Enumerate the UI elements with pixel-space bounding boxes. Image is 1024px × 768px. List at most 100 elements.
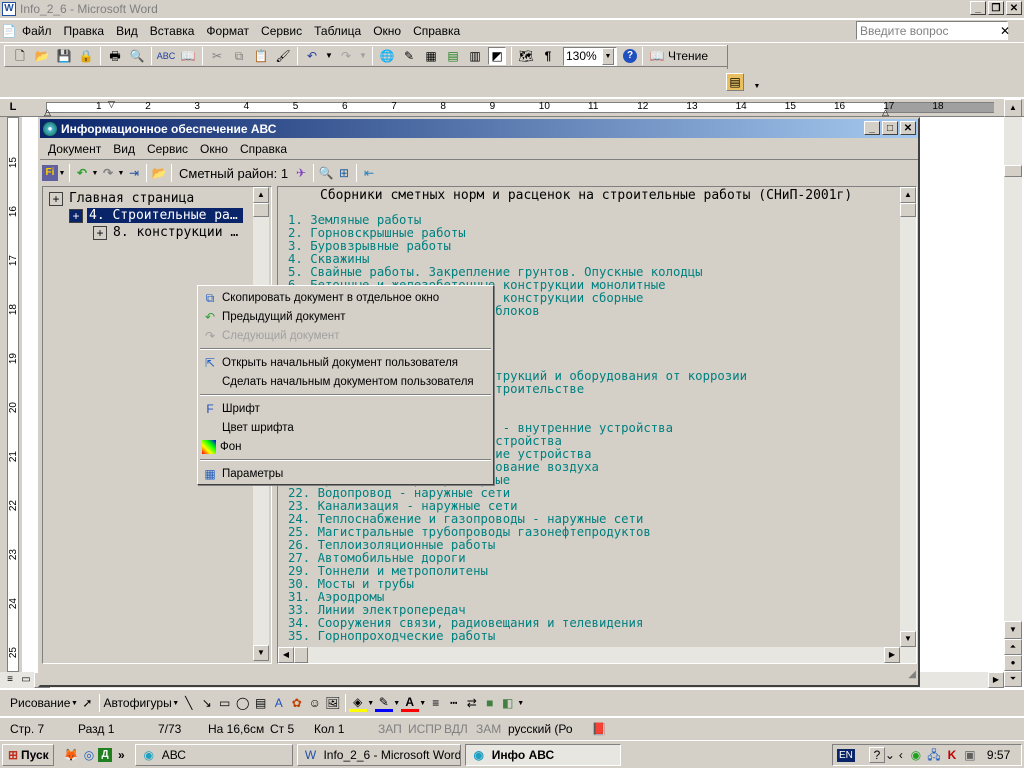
diagram-icon[interactable]: ✿ bbox=[288, 694, 306, 712]
research-icon[interactable]: 📖 bbox=[179, 47, 197, 65]
context-menu-item[interactable]: ↶ Предыдущий документ bbox=[198, 307, 493, 326]
print-icon[interactable]: 🖶 bbox=[106, 47, 124, 65]
tree-expand-icon[interactable]: + bbox=[93, 225, 107, 240]
word-menu-item[interactable]: Формат bbox=[200, 24, 255, 38]
doc-vscrollbar[interactable]: ▲ ▼ bbox=[900, 187, 916, 647]
context-menu-item[interactable]: Сделать начальным документом пользовател… bbox=[198, 372, 493, 391]
font-color-icon[interactable]: A bbox=[400, 694, 419, 712]
tray-chevron-icon[interactable]: ⌄ bbox=[885, 746, 895, 764]
line-icon[interactable]: ╲ bbox=[180, 694, 198, 712]
doc-hscroll-thumb[interactable] bbox=[294, 647, 308, 663]
abc-menu-item[interactable]: Вид bbox=[107, 142, 141, 156]
abc-forward-icon[interactable]: ↷ bbox=[99, 164, 117, 182]
print-preview-icon[interactable]: 🔍 bbox=[128, 47, 146, 65]
word-menu-item[interactable]: Файл bbox=[16, 24, 58, 38]
scroll-thumb[interactable] bbox=[1004, 165, 1022, 177]
start-button[interactable]: ⊞ Пуск bbox=[2, 743, 54, 766]
zoom-box[interactable]: 130% ▼ bbox=[563, 46, 617, 66]
redo-dropdown-icon[interactable]: ▼ bbox=[359, 47, 367, 65]
tree-scroll-down-icon[interactable]: ▼ bbox=[253, 645, 269, 661]
context-menu-item[interactable]: Цвет шрифта bbox=[198, 418, 493, 437]
spelling-status-icon[interactable]: 📕 bbox=[590, 720, 608, 738]
dash-style-icon[interactable]: ┅ bbox=[445, 694, 463, 712]
doc-hscroll-left-icon[interactable]: ◀ bbox=[278, 647, 294, 663]
quicklaunch-more-icon[interactable]: » bbox=[118, 748, 125, 762]
word-vertical-scrollbar[interactable]: ▲ ▼ ⏶ ● ⏷ bbox=[1004, 99, 1022, 687]
extra-toolbar-chevron-icon[interactable]: ▼ bbox=[748, 77, 766, 95]
doc-icon[interactable]: 📄 bbox=[2, 24, 17, 38]
drawing-menu[interactable]: Рисование bbox=[10, 696, 70, 710]
abc-menu-item[interactable]: Сервис bbox=[141, 142, 194, 156]
abc-minimize-button[interactable]: _ bbox=[864, 121, 880, 135]
show-hide-icon[interactable]: ¶ bbox=[539, 47, 557, 65]
drawing-toolbar-grip-icon[interactable]: ▼ bbox=[517, 694, 525, 712]
clipart-icon[interactable]: ☺ bbox=[306, 694, 324, 712]
abc-goto-doc-icon[interactable]: ⇥ bbox=[125, 164, 143, 182]
abc-back-icon[interactable]: ↶ bbox=[73, 164, 91, 182]
context-menu-item[interactable]: ■ Фон bbox=[198, 437, 493, 456]
restore-button[interactable]: ❐ bbox=[988, 1, 1004, 15]
scroll-up-icon[interactable]: ▲ bbox=[1004, 99, 1022, 117]
fill-color-icon[interactable]: ◈ bbox=[348, 694, 367, 712]
picture-icon[interactable]: 🖼 bbox=[324, 694, 342, 712]
shadow-icon[interactable]: ■ bbox=[481, 694, 499, 712]
word-menu-item[interactable]: Вид bbox=[110, 24, 144, 38]
select-objects-icon[interactable]: ➚ bbox=[78, 694, 96, 712]
tree-expand-icon[interactable]: + bbox=[49, 191, 63, 206]
abc-search-icon[interactable]: 🔍 bbox=[317, 164, 335, 182]
doc-map-icon[interactable]: 🗺 bbox=[517, 47, 535, 65]
drawing-dropdown-icon[interactable]: ▼ bbox=[70, 694, 78, 712]
undo-icon[interactable]: ↶ bbox=[303, 47, 321, 65]
font-color-dropdown-icon[interactable]: ▼ bbox=[419, 694, 427, 712]
autoshapes-dropdown-icon[interactable]: ▼ bbox=[172, 694, 180, 712]
scroll-down-icon[interactable]: ▼ bbox=[1004, 621, 1022, 639]
drawing-icon[interactable]: ◩ bbox=[488, 47, 506, 65]
hyperlink-icon[interactable]: 🌐 bbox=[378, 47, 396, 65]
abc-forward-dropdown-icon[interactable]: ▼ bbox=[117, 164, 125, 182]
quicklaunch-desktop-icon[interactable]: ◎ bbox=[80, 746, 98, 764]
hscroll-right-icon[interactable]: ▶ bbox=[988, 672, 1004, 688]
permission-icon[interactable]: 🔒 bbox=[77, 47, 95, 65]
taskbar-button[interactable]: ◉ Инфо АВС bbox=[464, 743, 621, 766]
first-line-marker[interactable]: ▽ bbox=[108, 99, 115, 110]
save-icon[interactable]: 💾 bbox=[55, 47, 73, 65]
abc-open-folder-icon[interactable]: 📂 bbox=[150, 164, 168, 182]
format-painter-icon[interactable]: 🖌 bbox=[274, 47, 292, 65]
help-icon[interactable]: ? bbox=[623, 49, 637, 63]
tree-item[interactable]: + 8. конструкции … bbox=[93, 225, 238, 240]
question-box[interactable]: Введите вопрос bbox=[856, 21, 1008, 40]
close-doc-icon[interactable]: ✕ bbox=[996, 22, 1014, 40]
tables-borders-icon[interactable]: ✎ bbox=[400, 47, 418, 65]
abc-doc-type-dropdown-icon[interactable]: ▼ bbox=[58, 164, 66, 182]
abc-menu-item[interactable]: Документ bbox=[42, 142, 107, 156]
copy-icon[interactable]: ⧉ bbox=[230, 47, 248, 65]
abc-menu-item[interactable]: Окно bbox=[194, 142, 234, 156]
lang-indicator[interactable]: EN bbox=[837, 748, 855, 762]
tree-scroll-thumb[interactable] bbox=[253, 203, 269, 217]
abc-resize-grip-icon[interactable]: ◢ bbox=[908, 669, 916, 680]
word-menu-item[interactable]: Сервис bbox=[255, 24, 308, 38]
next-page-icon[interactable]: ⏷ bbox=[1004, 671, 1022, 687]
tray-green-icon[interactable]: ◉ bbox=[907, 746, 925, 764]
web-view-icon[interactable]: ▭ bbox=[18, 672, 34, 688]
quicklaunch-app-icon[interactable]: Д bbox=[98, 747, 112, 762]
select-browse-icon[interactable]: ● bbox=[1004, 655, 1022, 671]
doc-scroll-down-icon[interactable]: ▼ bbox=[900, 631, 916, 647]
status-ovr[interactable]: ЗАМ bbox=[476, 722, 501, 736]
doc-line[interactable]: 3. Буровзрывные работы bbox=[288, 240, 898, 253]
abc-doc-type-icon[interactable]: Fi bbox=[42, 165, 58, 181]
taskbar-button[interactable]: W Info_2_6 - Microsoft Word bbox=[296, 743, 461, 766]
quicklaunch-ie-icon[interactable]: 🦊 bbox=[62, 746, 80, 764]
doc-hscrollbar[interactable]: ◀ ▶ bbox=[278, 647, 916, 663]
read-icon[interactable]: 📖 bbox=[648, 47, 666, 65]
abc-search-context-icon[interactable]: ⊞ bbox=[335, 164, 353, 182]
doc-hscroll-right-icon[interactable]: ▶ bbox=[884, 647, 900, 663]
close-button[interactable]: ✕ bbox=[1006, 1, 1022, 15]
arrow-style-icon[interactable]: ⇄ bbox=[463, 694, 481, 712]
abc-menu-item[interactable]: Справка bbox=[234, 142, 293, 156]
tree-item[interactable]: + 4. Строительные ра… bbox=[69, 208, 243, 223]
arrow-icon[interactable]: ↘ bbox=[198, 694, 216, 712]
word-menu-item[interactable]: Вставка bbox=[144, 24, 201, 38]
tray-arrow-icon[interactable]: ‹ bbox=[895, 746, 907, 764]
context-menu-item[interactable]: F Шрифт bbox=[198, 399, 493, 418]
